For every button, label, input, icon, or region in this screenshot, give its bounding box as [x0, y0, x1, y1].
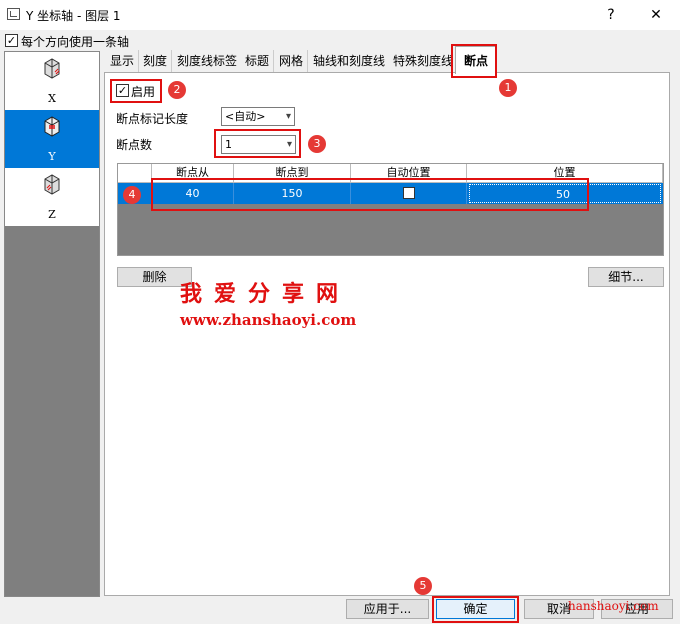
- tab-axis-lines[interactable]: 轴线和刻度线: [309, 50, 391, 72]
- window-title: Y 坐标轴 - 图层 1: [26, 9, 121, 23]
- window-icon: [7, 8, 20, 20]
- watermark-url: www.zhanshaoyi.com: [180, 311, 357, 329]
- highlight-ok-button: [432, 596, 519, 623]
- tab-special-ticks[interactable]: 特殊刻度线: [389, 50, 459, 72]
- close-button[interactable]: ✕: [641, 4, 671, 26]
- one-axis-label: 每个方向使用一条轴: [21, 35, 130, 49]
- tab-content-panel: [104, 72, 670, 596]
- chevron-down-icon: ▾: [285, 111, 291, 122]
- step-badge-4: 4: [123, 186, 141, 204]
- cube-axis-icon: [44, 116, 60, 137]
- highlight-breaks-tab: [451, 44, 497, 78]
- axis-label-y: Y: [48, 150, 56, 163]
- apply-to-button[interactable]: 应用于...: [346, 599, 429, 619]
- detail-button[interactable]: 细节...: [588, 267, 664, 287]
- title-bar: Y 坐标轴 - 图层 1 ? ✕: [0, 0, 680, 30]
- highlight-break-count: [214, 129, 301, 158]
- axis-item-x[interactable]: X: [5, 52, 99, 110]
- cube-axis-icon: [44, 58, 60, 79]
- tab-grid[interactable]: 网格: [275, 50, 309, 72]
- watermark-text: 我爱分享网: [180, 282, 351, 307]
- tab-display[interactable]: 显示: [106, 50, 140, 72]
- row-header-corner: [118, 164, 152, 183]
- help-button[interactable]: ?: [596, 4, 626, 26]
- axis-label-z: Z: [48, 208, 56, 221]
- one-axis-checkbox[interactable]: ✓: [5, 34, 18, 47]
- tab-title[interactable]: 标题: [241, 50, 275, 72]
- break-mark-length-select[interactable]: <自动> ▾: [221, 107, 295, 126]
- cube-axis-icon: [44, 174, 60, 195]
- tab-scale[interactable]: 刻度: [139, 50, 173, 72]
- highlight-enable: [110, 79, 162, 103]
- break-count-label: 断点数: [116, 138, 153, 152]
- step-badge-2: 2: [168, 81, 186, 99]
- axis-item-y[interactable]: Y: [5, 110, 99, 168]
- step-badge-5: 5: [414, 577, 432, 595]
- break-mark-length-value: <自动>: [225, 110, 266, 123]
- watermark-overlay: hanshaoyi.com: [568, 599, 659, 613]
- highlight-table-row: [151, 178, 589, 211]
- break-mark-length-label: 断点标记长度: [116, 112, 189, 126]
- axis-item-z[interactable]: Z: [5, 168, 99, 226]
- step-badge-1: 1: [499, 79, 517, 97]
- tab-tick-labels[interactable]: 刻度线标签: [173, 50, 243, 72]
- axis-label-x: X: [48, 92, 56, 105]
- step-badge-3: 3: [308, 135, 326, 153]
